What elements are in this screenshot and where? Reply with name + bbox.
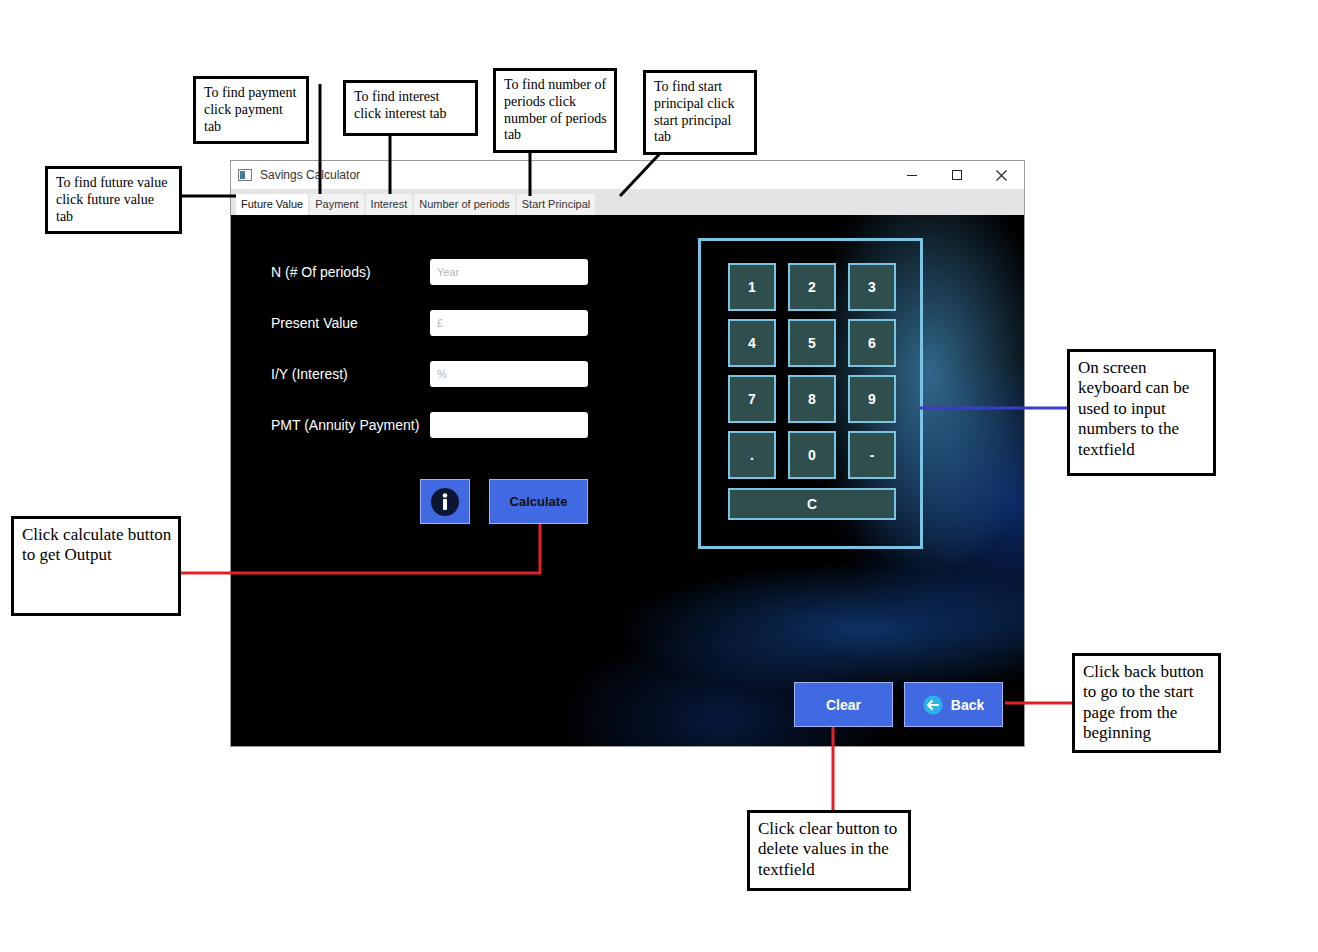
window-title: Savings Calculator — [260, 168, 360, 182]
connector-line — [182, 195, 236, 198]
connector-line — [920, 407, 1067, 410]
keypad-key[interactable]: 9 — [848, 375, 896, 423]
on-screen-keypad: 123 456 789.0- C — [698, 238, 923, 549]
connector-line — [181, 524, 540, 573]
connector-line — [832, 727, 835, 810]
field-row: I/Y (Interest) — [271, 361, 588, 387]
keypad-key[interactable]: 8 — [788, 375, 836, 423]
annotation-callout: Click back button to go to the start pag… — [1072, 653, 1221, 753]
field-label: N (# Of periods) — [271, 264, 430, 280]
maximize-icon — [952, 170, 962, 180]
minimize-icon — [907, 170, 917, 180]
field-row: PMT (Annuity Payment) — [271, 412, 588, 438]
close-icon — [996, 170, 1007, 181]
back-button[interactable]: Back — [904, 682, 1003, 727]
info-icon — [430, 487, 460, 517]
field-row: N (# Of periods) — [271, 259, 588, 285]
text-field[interactable] — [430, 259, 588, 285]
keypad-key[interactable]: 7 — [728, 375, 776, 423]
tab[interactable]: Start Principal — [517, 194, 595, 215]
close-button[interactable] — [979, 161, 1024, 189]
annotation-callout: On screen keyboard can be used to input … — [1067, 349, 1216, 476]
keypad-key[interactable]: 6 — [848, 319, 896, 367]
keypad-key[interactable]: 5 — [788, 319, 836, 367]
tab[interactable]: Payment — [310, 194, 363, 215]
keypad-key[interactable]: 4 — [728, 319, 776, 367]
app-icon — [238, 169, 252, 181]
maximize-button[interactable] — [934, 161, 979, 189]
calculator-panel: N (# Of periods) Present Value I/Y (Inte… — [231, 215, 1024, 746]
info-button[interactable] — [420, 479, 470, 524]
field-label: PMT (Annuity Payment) — [271, 417, 430, 433]
keypad-clear-key[interactable]: C — [728, 488, 896, 520]
keypad-key[interactable]: - — [848, 431, 896, 479]
annotation-callout: Click clear button to delete values in t… — [747, 810, 911, 891]
connector-line — [389, 136, 392, 194]
clear-button[interactable]: Clear — [794, 682, 893, 727]
calculate-button[interactable]: Calculate — [489, 479, 588, 524]
minimize-button[interactable] — [889, 161, 934, 189]
keypad-key[interactable]: 3 — [848, 263, 896, 311]
annotation-callout: To find future value click future value … — [45, 166, 182, 234]
page: Savings Calculator Future ValuePaymentIn… — [0, 0, 1318, 952]
keypad-key[interactable]: 0 — [788, 431, 836, 479]
field-label: Present Value — [271, 315, 430, 331]
connector-line — [1005, 702, 1072, 705]
annotation-callout: To find number of periods click number o… — [493, 68, 617, 153]
keypad-key[interactable]: . — [728, 431, 776, 479]
field-row: Present Value — [271, 310, 588, 336]
keypad-key[interactable]: 1 — [728, 263, 776, 311]
connector-line — [319, 84, 322, 194]
annotation-callout: To find payment click payment tab — [193, 76, 309, 144]
tab-bar: Future ValuePaymentInterestNumber of per… — [231, 189, 1024, 215]
text-field[interactable] — [430, 412, 588, 438]
annotation-callout: To find start principal click start prin… — [643, 70, 757, 155]
tab[interactable]: Number of periods — [414, 194, 515, 215]
field-label: I/Y (Interest) — [271, 366, 430, 382]
window-controls — [889, 161, 1024, 189]
text-field[interactable] — [430, 361, 588, 387]
tab[interactable]: Future Value — [236, 194, 308, 215]
input-form: N (# Of periods) Present Value I/Y (Inte… — [271, 238, 588, 524]
back-arrow-icon — [923, 695, 943, 715]
text-field[interactable] — [430, 310, 588, 336]
tab[interactable]: Interest — [366, 194, 413, 215]
title-bar: Savings Calculator — [231, 161, 1024, 189]
annotation-callout: To find interest click interest tab — [343, 80, 478, 136]
annotation-callout: Click calculate button to get Output — [11, 516, 181, 616]
app-window: Savings Calculator Future ValuePaymentIn… — [230, 160, 1025, 747]
keypad-key[interactable]: 2 — [788, 263, 836, 311]
